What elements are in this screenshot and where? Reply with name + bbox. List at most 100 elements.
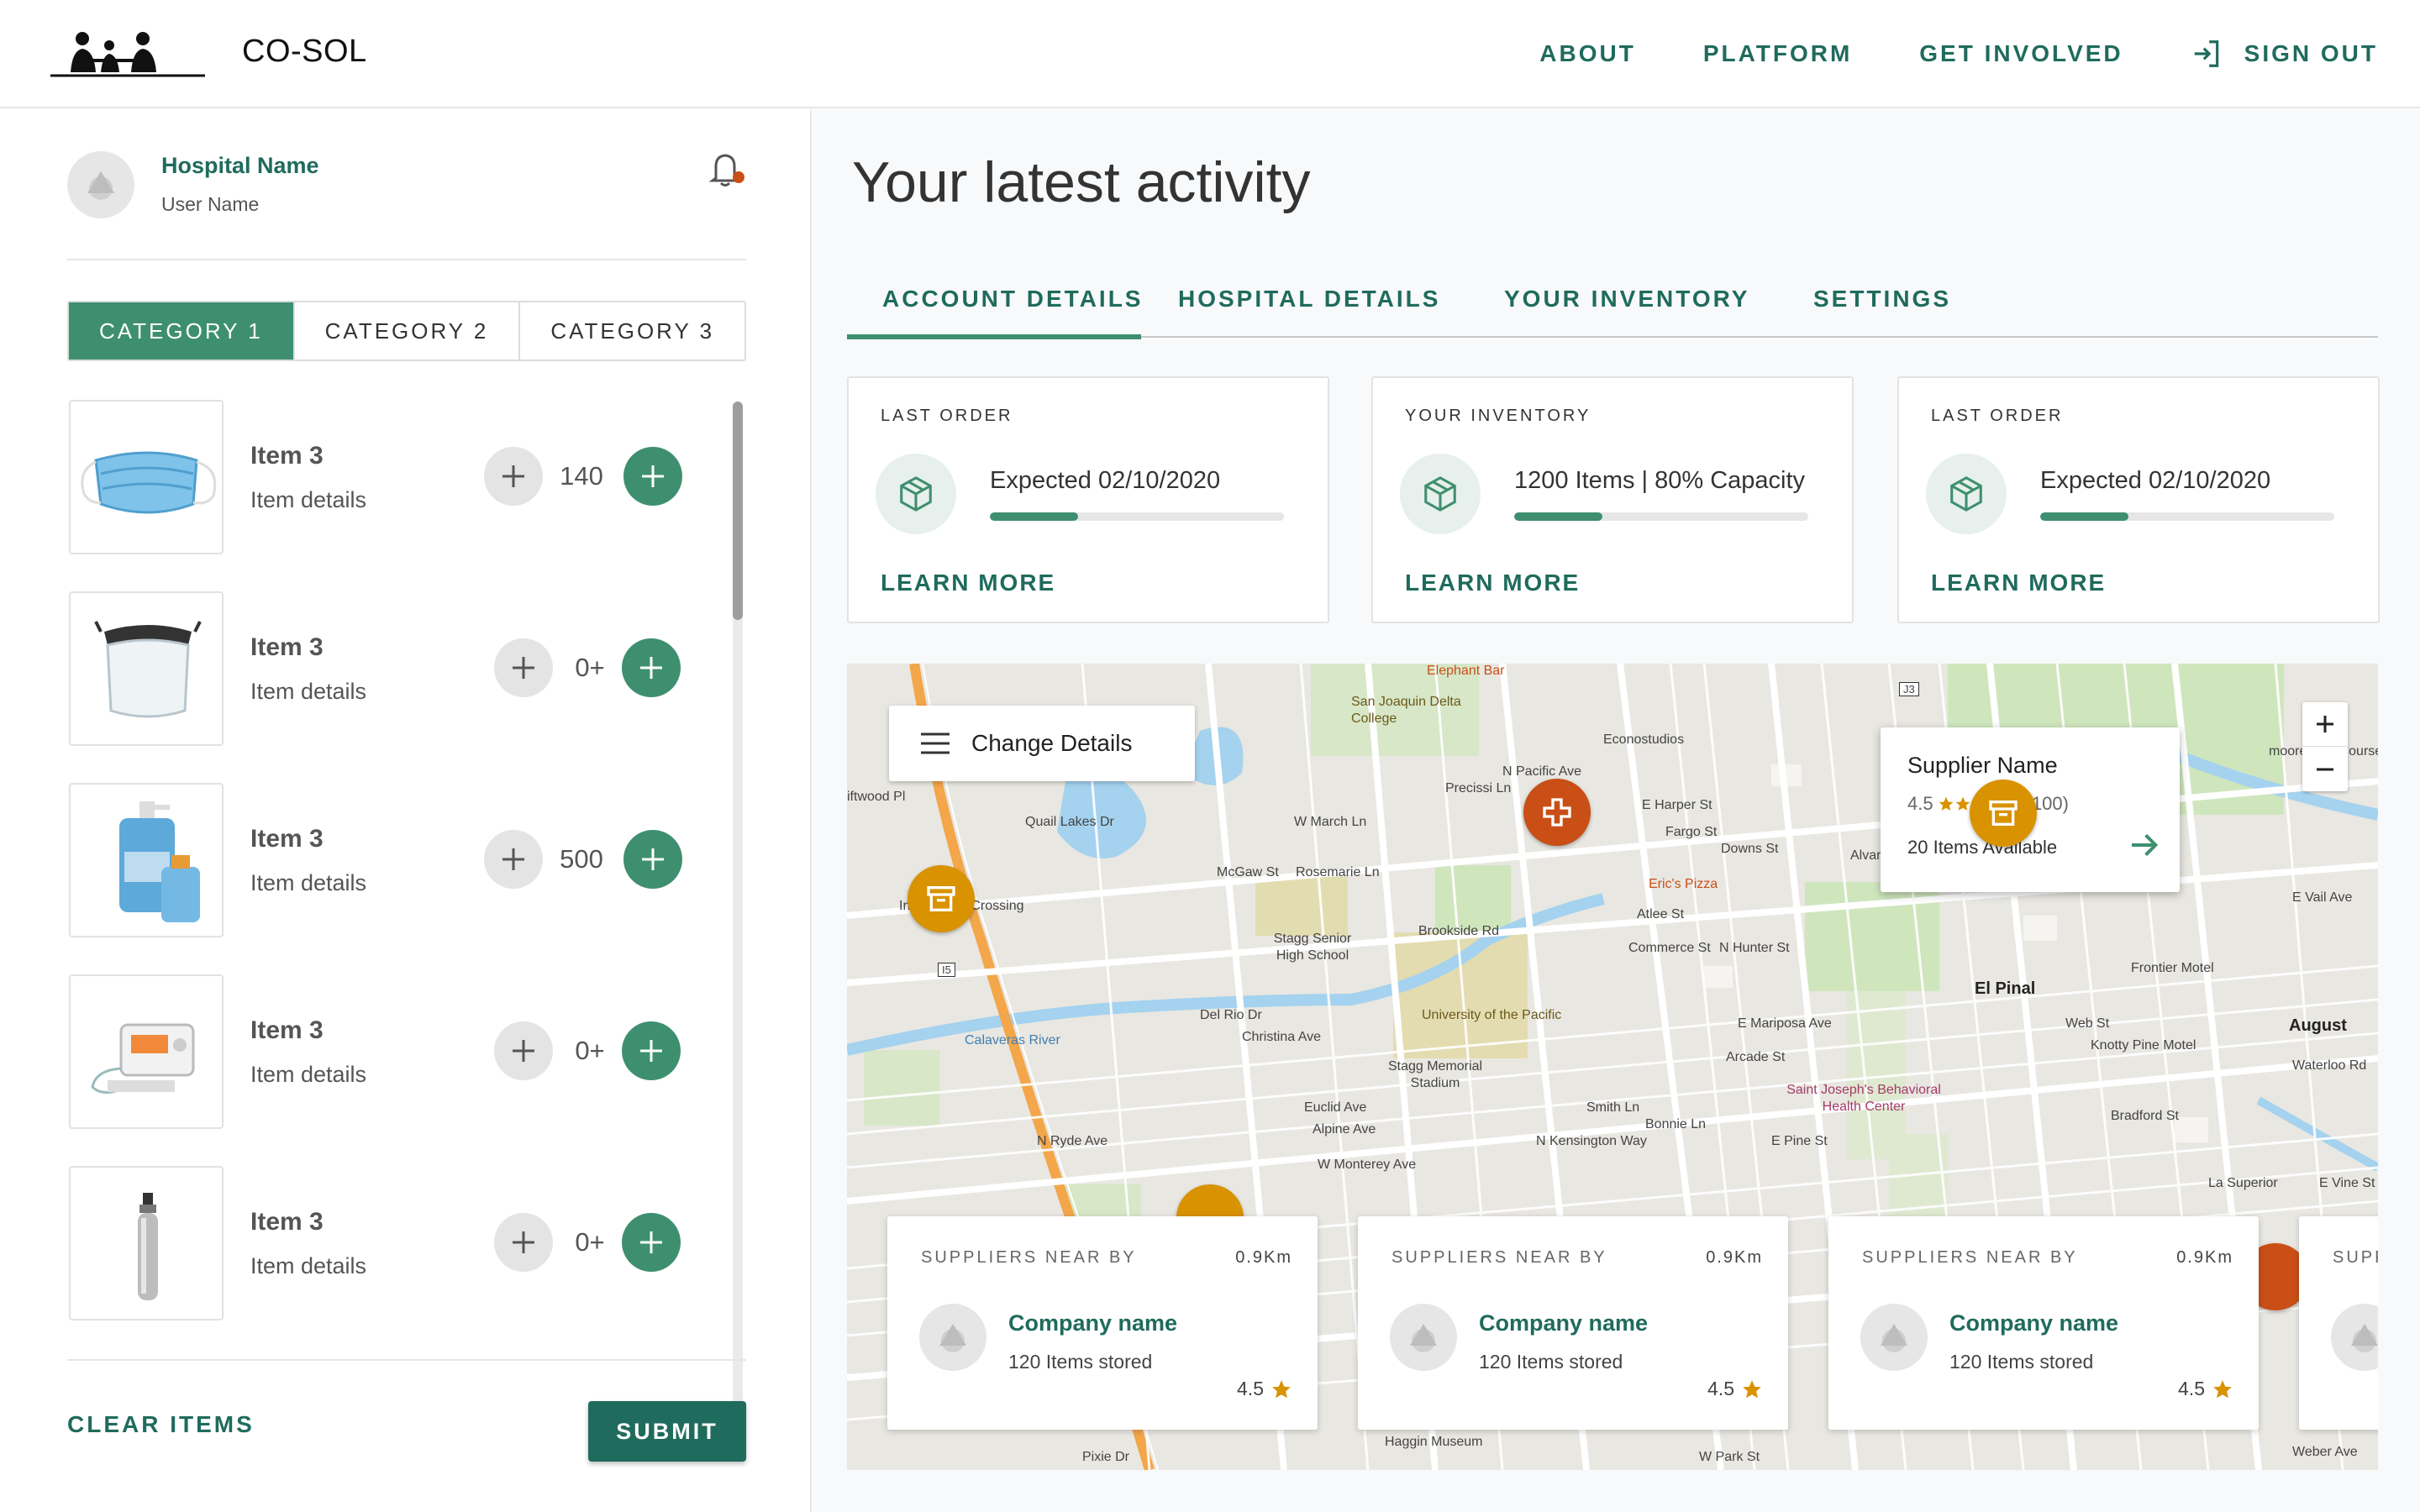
main-content: Your latest activity ACCOUNT DETAILS HOS… (813, 109, 2420, 1512)
plus-icon (640, 1040, 662, 1062)
scrollbar-thumb[interactable] (733, 402, 743, 620)
notification-bell-icon[interactable] (704, 148, 746, 190)
nearby-supplier-card[interactable]: SUPPLIERS NEAR BY 0.9Km Company name 120… (1828, 1216, 2259, 1430)
map-label: Precissi Ln (1445, 781, 1512, 795)
decrement-button[interactable] (484, 447, 543, 506)
star-icon (1272, 1379, 1291, 1398)
plus-icon (640, 1231, 662, 1253)
items-stored: 120 Items stored (1008, 1351, 1153, 1373)
sign-out-label: SIGN OUT (2244, 40, 2378, 66)
company-name[interactable]: Company name (1008, 1310, 1177, 1336)
map-label: N Ryde Ave (1037, 1134, 1108, 1148)
increment-button[interactable] (622, 1213, 681, 1272)
main-nav: ABOUT PLATFORM GET INVOLVED SIGN OUT (1539, 0, 2378, 108)
item-quantity: 0+ (575, 1227, 605, 1257)
rating-value: 4.5 (1237, 1378, 1264, 1399)
hospital-pin[interactable] (1523, 779, 1591, 846)
map-label: Brookside Rd (1418, 924, 1500, 938)
map-label: J3 (1899, 682, 1919, 696)
co-sol-logo[interactable] (49, 29, 208, 79)
minus-icon (2317, 768, 2333, 770)
card-label: LAST ORDER (1931, 407, 2064, 425)
supplier-pin[interactable] (1970, 780, 2037, 847)
hospital-cross-icon (1543, 798, 1571, 827)
nearby-supplier-card[interactable]: SUPPLIERS NEAR BY 0.9Km Company name 120… (887, 1216, 1318, 1430)
plus-icon (642, 465, 664, 487)
list-item: Item 3 Item details 140 (67, 400, 739, 554)
star-icon (1939, 796, 1953, 811)
map-label: McGaw St (1217, 865, 1279, 879)
item-details: Item details (250, 1253, 367, 1278)
tab-hospital-details[interactable]: HOSPITAL DETAILS (1178, 260, 1440, 338)
card-icon-wrap (876, 454, 956, 534)
map-label: Econostudios (1603, 732, 1685, 747)
map-label: August (2289, 1016, 2347, 1035)
map-label: Waterloo Rd (2292, 1058, 2367, 1073)
summary-card-inventory: YOUR INVENTORY 1200 Items | 80% Capacity… (1371, 376, 1854, 623)
category-tab-1[interactable]: CATEGORY 1 (69, 302, 295, 360)
face-shield-image (69, 591, 224, 746)
progress-fill (990, 512, 1078, 521)
map-label: E Harper St (1642, 798, 1712, 812)
change-details-button[interactable]: Change Details (889, 706, 1195, 781)
item-list-scrollbar[interactable] (733, 402, 743, 1428)
archive-box-icon (927, 886, 955, 911)
card-label: SUPPLIERS NEAR BY (1392, 1248, 1607, 1267)
map-label: Bonnie Ln (1645, 1117, 1707, 1131)
card-label: SUPPLIERS NEAR BY (921, 1248, 1137, 1267)
increment-button[interactable] (622, 1021, 681, 1080)
map-label: W March Ln (1294, 815, 1367, 829)
category-tab-2[interactable]: CATEGORY 2 (295, 302, 521, 360)
zoom-in-button[interactable] (2302, 702, 2348, 747)
supplier-distance: 0.9Km (2176, 1248, 2233, 1267)
supplier-name: Supplier Name (1907, 753, 2058, 778)
supplier-map[interactable]: Elephant Bar San Joaquin Delta College E… (847, 664, 2378, 1470)
map-label: Eric's Pizza (1649, 877, 1718, 891)
decrement-button[interactable] (484, 830, 543, 889)
sign-out-icon (2194, 40, 2218, 67)
hospital-name[interactable]: Hospital Name (161, 153, 319, 179)
company-name[interactable]: Company name (1949, 1310, 2118, 1336)
learn-more-link[interactable]: LEARN MORE (1405, 570, 1580, 596)
decrement-button[interactable] (494, 1213, 553, 1272)
map-label: Frontier Motel (2131, 961, 2214, 975)
nav-platform[interactable]: PLATFORM (1703, 40, 1852, 67)
item-quantity: 0+ (575, 653, 605, 682)
tab-account-details[interactable]: ACCOUNT DETAILS (882, 260, 1143, 338)
tab-settings[interactable]: SETTINGS (1813, 260, 1951, 338)
ventilator-image (69, 974, 224, 1129)
increment-button[interactable] (623, 447, 682, 506)
avatar-placeholder-icon (87, 171, 114, 200)
card-label: SUPPLIERS NEAR BY (2333, 1248, 2378, 1267)
nav-about[interactable]: ABOUT (1539, 40, 1636, 67)
nav-get-involved[interactable]: GET INVOLVED (1919, 40, 2123, 67)
category-tab-3[interactable]: CATEGORY 3 (520, 302, 744, 360)
tab-your-inventory[interactable]: YOUR INVENTORY (1504, 260, 1749, 338)
decrement-button[interactable] (494, 1021, 553, 1080)
item-details: Item details (250, 870, 367, 895)
company-name[interactable]: Company name (1479, 1310, 1648, 1336)
package-icon (1950, 476, 1982, 512)
map-label: Euclid Ave (1304, 1100, 1367, 1115)
clear-items-button[interactable]: CLEAR ITEMS (67, 1411, 255, 1438)
company-rating: 4.5 (1707, 1378, 1763, 1400)
arrow-right-icon[interactable] (2128, 828, 2161, 862)
sign-out-link[interactable]: SIGN OUT (2191, 38, 2378, 70)
learn-more-link[interactable]: LEARN MORE (881, 570, 1055, 596)
increment-button[interactable] (623, 830, 682, 889)
decrement-button[interactable] (494, 638, 553, 697)
supplier-pin[interactable] (908, 865, 975, 932)
zoom-out-button[interactable] (2302, 747, 2348, 791)
submit-button[interactable]: SUBMIT (588, 1401, 746, 1462)
map-label: Bradford St (2111, 1109, 2179, 1123)
increment-button[interactable] (622, 638, 681, 697)
rating-value: 4.5 (2178, 1378, 2205, 1399)
nearby-supplier-card[interactable]: SUPPLIERS NEAR BY (2299, 1216, 2378, 1430)
map-label: Saint Joseph's Behavioral Health Center (1786, 1083, 1941, 1114)
nearby-supplier-card[interactable]: SUPPLIERS NEAR BY 0.9Km Company name 120… (1358, 1216, 1788, 1430)
learn-more-link[interactable]: LEARN MORE (1931, 570, 2106, 596)
map-label: I5 (938, 963, 955, 977)
supplier-distance: 0.9Km (1235, 1248, 1292, 1267)
map-label: Quail Lakes Dr (1025, 815, 1114, 829)
avatar[interactable] (67, 151, 134, 218)
